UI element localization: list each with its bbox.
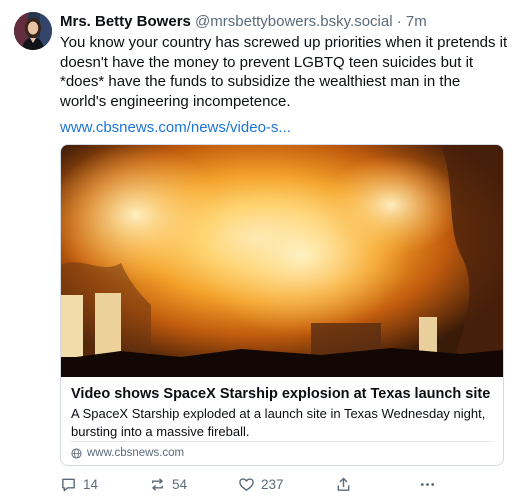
reply-icon bbox=[62, 478, 75, 491]
reply-count: 14 bbox=[83, 476, 99, 492]
separator-dot: · bbox=[396, 13, 402, 30]
post: Mrs. Betty Bowers @mrsbettybowers.bsky.s… bbox=[0, 0, 520, 500]
card-domain-text: www.cbsnews.com bbox=[87, 447, 185, 459]
link-preview-card[interactable]: Video shows SpaceX Starship explosion at… bbox=[60, 144, 504, 466]
more-options-button[interactable] bbox=[419, 474, 436, 494]
post-header: Mrs. Betty Bowers @mrsbettybowers.bsky.s… bbox=[60, 12, 427, 32]
repost-button[interactable]: 54 bbox=[149, 474, 187, 494]
globe-icon bbox=[71, 447, 82, 459]
avatar[interactable] bbox=[14, 12, 52, 50]
reply-button[interactable]: 14 bbox=[60, 474, 98, 494]
like-button[interactable]: 237 bbox=[238, 474, 284, 494]
card-title: Video shows SpaceX Starship explosion at… bbox=[71, 386, 491, 402]
more-horizontal-icon bbox=[420, 482, 435, 486]
action-bar: 14 54 237 bbox=[60, 474, 510, 494]
card-image bbox=[61, 145, 503, 377]
post-text: You know your country has screwed up pri… bbox=[60, 34, 508, 110]
card-domain: www.cbsnews.com bbox=[71, 446, 184, 460]
display-name[interactable]: Mrs. Betty Bowers bbox=[60, 13, 191, 30]
share-button[interactable] bbox=[335, 474, 352, 494]
repost-icon bbox=[152, 478, 163, 490]
repost-count: 54 bbox=[172, 476, 188, 492]
post-link[interactable]: www.cbsnews.com/news/video-s... bbox=[60, 118, 291, 138]
handle[interactable]: @mrsbettybowers.bsky.social bbox=[195, 13, 393, 30]
avatar-image bbox=[14, 12, 52, 50]
like-count: 237 bbox=[261, 476, 284, 492]
card-description: A SpaceX Starship exploded at a launch s… bbox=[71, 406, 486, 439]
card-divider bbox=[71, 441, 493, 442]
share-icon bbox=[337, 477, 350, 491]
heart-icon bbox=[239, 477, 254, 491]
timestamp[interactable]: 7m bbox=[406, 13, 427, 30]
